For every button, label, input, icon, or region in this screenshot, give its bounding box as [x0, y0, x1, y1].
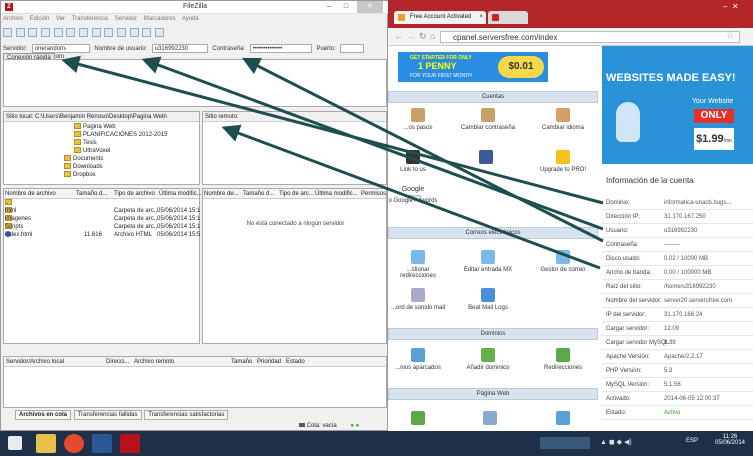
input-language[interactable]: ESP: [686, 438, 698, 444]
clock-date: 05/06/2014: [714, 440, 746, 446]
arrow-user: [141, 56, 604, 231]
annotation-arrows: [61, 55, 604, 270]
arrow-password: [241, 57, 604, 243]
start-button[interactable]: [8, 436, 22, 450]
arrow-root: [221, 124, 601, 270]
word-icon[interactable]: [92, 434, 112, 453]
explorer-icon[interactable]: [36, 434, 56, 453]
taskbar-app[interactable]: [540, 437, 590, 449]
filezilla-taskbar-icon[interactable]: [120, 434, 140, 453]
windows-taskbar: ▲ ◼ ◆ ◀) ESP 11:26 05/06/2014: [0, 431, 753, 456]
tray-icons[interactable]: ▲ ◼ ◆ ◀): [600, 438, 632, 446]
arrow-domain: [61, 55, 604, 205]
chrome-icon[interactable]: [64, 434, 84, 453]
clock[interactable]: 11:26 05/06/2014: [710, 434, 750, 446]
